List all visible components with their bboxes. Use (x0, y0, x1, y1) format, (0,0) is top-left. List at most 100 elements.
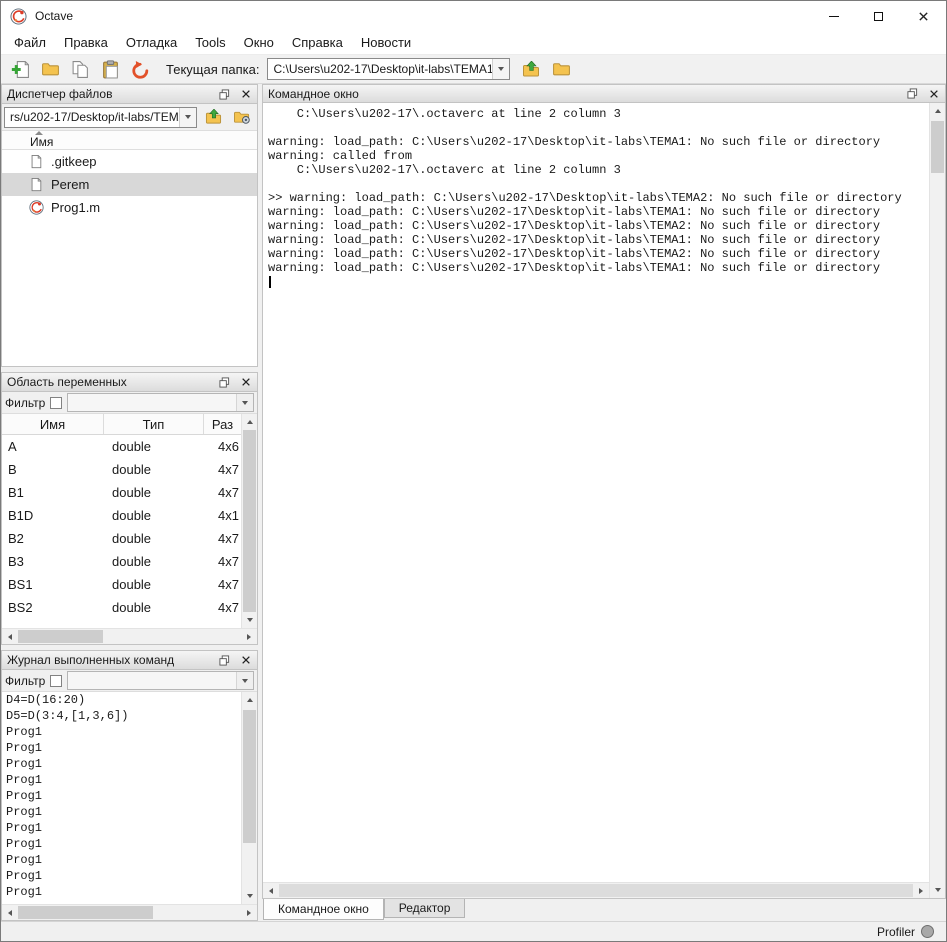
workspace-titlebar[interactable]: Область переменных (2, 373, 257, 392)
undo-button[interactable] (126, 57, 154, 82)
filter-checkbox[interactable] (50, 397, 62, 409)
close-panel-button[interactable] (235, 652, 257, 669)
scroll-down-button[interactable] (930, 882, 946, 898)
variable-row[interactable]: A double 4x6 (2, 435, 241, 458)
scroll-left-button[interactable] (263, 883, 279, 899)
scroll-up-button[interactable] (242, 414, 258, 430)
variable-row[interactable]: B2 double 4x7 (2, 527, 241, 550)
filter-combobox[interactable] (67, 393, 254, 412)
history-item[interactable]: Prog1 (2, 884, 241, 900)
variable-row[interactable]: B1D double 4x1 (2, 504, 241, 527)
folder-actions-button[interactable] (229, 106, 255, 129)
variable-row[interactable]: BS1 double 4x7 (2, 573, 241, 596)
scroll-up-button[interactable] (242, 692, 258, 708)
file-row[interactable]: Prog1.m (2, 196, 257, 219)
menu-item[interactable]: Tools (186, 32, 234, 53)
close-panel-button[interactable] (235, 374, 257, 391)
scroll-left-button[interactable] (2, 629, 18, 645)
column-header-type[interactable]: Тип (104, 414, 204, 434)
command-window-titlebar[interactable]: Командное окно (262, 84, 946, 103)
scroll-right-button[interactable] (241, 629, 257, 645)
file-browser-titlebar[interactable]: Диспетчер файлов (2, 85, 257, 104)
scroll-down-button[interactable] (242, 888, 258, 904)
undock-panel-button[interactable] (213, 86, 235, 103)
horizontal-scrollbar[interactable] (2, 628, 257, 644)
filter-combobox[interactable] (67, 671, 254, 690)
copy-button[interactable] (66, 57, 94, 82)
close-panel-button[interactable] (235, 86, 257, 103)
new-script-button[interactable] (6, 57, 34, 82)
bottom-tab[interactable]: Редактор (384, 899, 466, 918)
scroll-down-button[interactable] (242, 612, 258, 628)
vertical-scrollbar[interactable] (929, 103, 945, 898)
scroll-up-button[interactable] (930, 103, 946, 119)
history-item[interactable]: Prog1 (2, 756, 241, 772)
column-header-name[interactable]: Имя (2, 414, 104, 434)
minimize-button[interactable] (811, 1, 856, 31)
one-directory-up-button[interactable] (517, 57, 545, 82)
history-item[interactable]: Prog1 (2, 772, 241, 788)
combobox-dropdown-button[interactable] (236, 394, 253, 411)
file-row[interactable]: .gitkeep (2, 150, 257, 173)
menu-item[interactable]: Правка (55, 32, 117, 53)
history-item[interactable]: Prog1 (2, 788, 241, 804)
current-folder-combobox[interactable]: C:\Users\u202-17\Desktop\it-labs\TEMA1 (267, 58, 510, 80)
menu-item[interactable]: Новости (352, 32, 420, 53)
scroll-left-button[interactable] (2, 905, 18, 921)
open-button[interactable] (36, 57, 64, 82)
scrollbar-thumb[interactable] (18, 630, 103, 643)
file-browser-path-combobox[interactable]: rs/u202-17/Desktop/it-labs/TEMA1 (4, 107, 197, 128)
variable-row[interactable]: B3 double 4x7 (2, 550, 241, 573)
variable-row[interactable]: BS2 double 4x7 (2, 596, 241, 619)
text-cursor (269, 276, 271, 288)
history-item[interactable]: D5=D(3:4,[1,3,6]) (2, 708, 241, 724)
history-item[interactable]: D4=D(16:20) (2, 692, 241, 708)
history-item[interactable]: Prog1 (2, 740, 241, 756)
undock-panel-button[interactable] (213, 374, 235, 391)
history-item[interactable]: Prog1 (2, 836, 241, 852)
undock-panel-button[interactable] (213, 652, 235, 669)
file-row[interactable]: Perem (2, 173, 257, 196)
history-item[interactable]: Prog1 (2, 804, 241, 820)
menu-item[interactable]: Файл (5, 32, 55, 53)
scrollbar-thumb[interactable] (279, 884, 913, 897)
column-header-size[interactable]: Раз (204, 414, 241, 434)
variable-row[interactable]: B1 double 4x7 (2, 481, 241, 504)
menu-item[interactable]: Справка (283, 32, 352, 53)
menu-item[interactable]: Отладка (117, 32, 186, 53)
horizontal-scrollbar[interactable] (263, 882, 929, 898)
browse-directories-button[interactable] (547, 57, 575, 82)
console-output[interactable]: C:\Users\u202-17\.octaverc at line 2 col… (263, 103, 929, 882)
history-item[interactable]: Prog1 (2, 852, 241, 868)
scroll-right-button[interactable] (913, 883, 929, 899)
profiler-status-icon[interactable] (921, 925, 934, 938)
close-panel-button[interactable] (923, 85, 945, 102)
combobox-dropdown-button[interactable] (236, 672, 253, 689)
scrollbar-thumb[interactable] (931, 121, 944, 173)
history-item[interactable]: Prog1 (2, 820, 241, 836)
scroll-right-button[interactable] (241, 905, 257, 921)
horizontal-scrollbar[interactable] (2, 904, 257, 920)
filter-checkbox[interactable] (50, 675, 62, 687)
maximize-button[interactable] (856, 1, 901, 31)
vertical-scrollbar[interactable] (241, 692, 257, 904)
file-list-header[interactable]: Имя (2, 131, 257, 150)
variables-table-header[interactable]: Имя Тип Раз (2, 414, 241, 435)
scrollbar-thumb[interactable] (243, 430, 256, 612)
vertical-scrollbar[interactable] (241, 414, 257, 628)
scrollbar-thumb[interactable] (243, 710, 256, 843)
variable-row[interactable]: B double 4x7 (2, 458, 241, 481)
history-item[interactable]: Prog1 (2, 724, 241, 740)
bottom-tab[interactable]: Командное окно (263, 899, 384, 920)
one-directory-up-button[interactable] (200, 106, 226, 129)
paste-button[interactable] (96, 57, 124, 82)
menu-item[interactable]: Окно (235, 32, 283, 53)
scrollbar-thumb[interactable] (18, 906, 153, 919)
history-item[interactable]: Prog1 (2, 868, 241, 884)
combobox-dropdown-button[interactable] (179, 108, 196, 127)
window-titlebar[interactable]: Octave (1, 1, 946, 31)
combobox-dropdown-button[interactable] (492, 59, 509, 79)
close-button[interactable] (901, 1, 946, 31)
command-history-titlebar[interactable]: Журнал выполненных команд (2, 651, 257, 670)
undock-panel-button[interactable] (901, 85, 923, 102)
